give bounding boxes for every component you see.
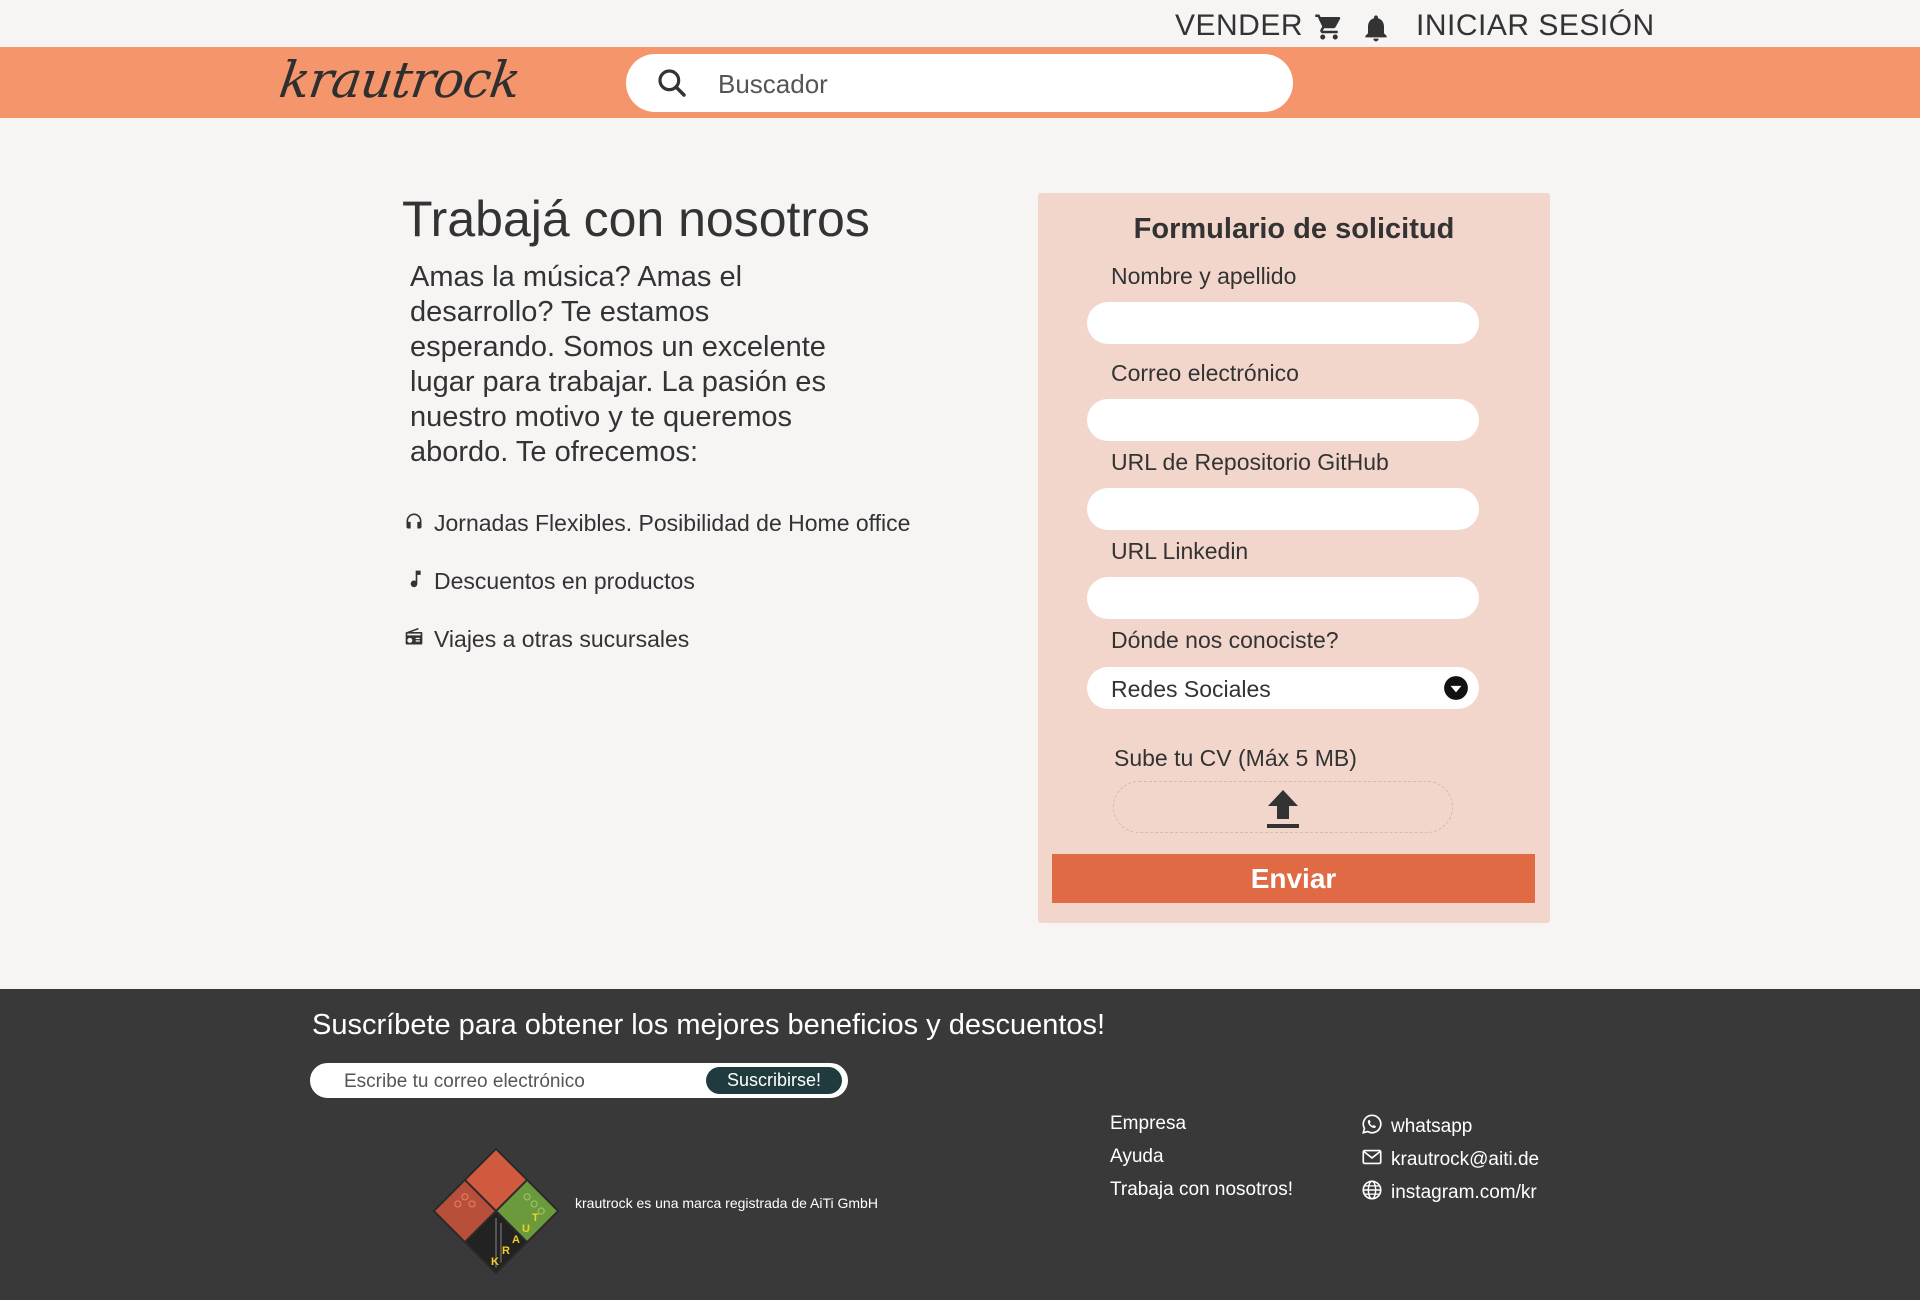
source-select[interactable]: Redes Sociales bbox=[1087, 667, 1479, 709]
music-note-icon bbox=[404, 568, 424, 595]
email-field[interactable] bbox=[1087, 399, 1479, 441]
globe-icon bbox=[1361, 1179, 1383, 1207]
benefit-text: Viajes a otras sucursales bbox=[434, 626, 690, 652]
headphones-icon bbox=[404, 510, 424, 537]
source-label: Dónde nos conociste? bbox=[1111, 627, 1339, 653]
benefit-item: Viajes a otras sucursales bbox=[404, 626, 689, 653]
emblem-letter: T bbox=[532, 1212, 539, 1224]
sell-link[interactable]: VENDER bbox=[1175, 9, 1303, 43]
cart-icon[interactable] bbox=[1313, 12, 1345, 47]
newsletter-email-input[interactable] bbox=[342, 1069, 696, 1095]
trademark-text: krautrock es una marca registrada de AiT… bbox=[575, 1195, 878, 1211]
contact-email[interactable]: krautrock@aiti.de bbox=[1361, 1146, 1539, 1174]
search-bar bbox=[626, 54, 1293, 112]
linkedin-label: URL Linkedin bbox=[1111, 538, 1249, 564]
emblem-letter: K bbox=[491, 1256, 499, 1268]
form-title: Formulario de solicitud bbox=[1133, 213, 1455, 245]
newsletter-heading: Suscríbete para obtener los mejores bene… bbox=[312, 1009, 1106, 1041]
emblem-letter: R bbox=[502, 1245, 510, 1257]
newsletter-form: Suscribirse! bbox=[310, 1063, 848, 1098]
contact-whatsapp[interactable]: whatsapp bbox=[1361, 1113, 1472, 1141]
benefit-item: Descuentos en productos bbox=[404, 568, 695, 595]
footer-link-careers[interactable]: Trabaja con nosotros! bbox=[1110, 1179, 1293, 1201]
contact-text: krautrock@aiti.de bbox=[1391, 1149, 1540, 1170]
submit-button[interactable]: Enviar bbox=[1052, 854, 1535, 903]
intro-text: Amas la música? Amas el desarrollo? Te e… bbox=[410, 261, 826, 468]
benefit-text: Descuentos en productos bbox=[434, 568, 695, 594]
footer-link-company[interactable]: Empresa bbox=[1110, 1113, 1186, 1135]
header: krautrock bbox=[0, 47, 1920, 118]
contact-instagram[interactable]: instagram.com/kr bbox=[1361, 1179, 1537, 1207]
radio-icon bbox=[404, 626, 424, 653]
benefit-text: Jornadas Flexibles. Posibilidad de Home … bbox=[434, 510, 911, 536]
search-icon[interactable] bbox=[656, 67, 688, 104]
upload-icon[interactable] bbox=[1264, 788, 1302, 837]
mail-icon bbox=[1361, 1146, 1383, 1174]
cv-upload-dropzone[interactable] bbox=[1113, 781, 1453, 833]
name-label: Nombre y apellido bbox=[1111, 263, 1297, 289]
name-field[interactable] bbox=[1087, 302, 1479, 344]
contact-text: whatsapp bbox=[1391, 1116, 1473, 1137]
email-label: Correo electrónico bbox=[1111, 360, 1299, 386]
benefit-item: Jornadas Flexibles. Posibilidad de Home … bbox=[404, 510, 910, 537]
github-url-field[interactable] bbox=[1087, 488, 1479, 530]
upload-label: Sube tu CV (Máx 5 MB) bbox=[1114, 745, 1357, 771]
subscribe-button[interactable]: Suscribirse! bbox=[706, 1067, 842, 1094]
application-form: Formulario de solicitud Nombre y apellid… bbox=[1038, 193, 1550, 923]
linkedin-url-field[interactable] bbox=[1087, 577, 1479, 619]
contact-text: instagram.com/kr bbox=[1391, 1182, 1537, 1203]
page-title: Trabajá con nosotros bbox=[402, 191, 870, 247]
search-input[interactable] bbox=[716, 62, 1260, 106]
brand-logo-text[interactable]: krautrock bbox=[276, 51, 524, 109]
brand-emblem: K R A U T bbox=[426, 1141, 566, 1286]
bell-icon[interactable] bbox=[1360, 10, 1392, 51]
footer: Suscríbete para obtener los mejores bene… bbox=[0, 989, 1920, 1300]
github-label: URL de Repositorio GitHub bbox=[1111, 449, 1389, 475]
top-bar: VENDER INICIAR SESIÓN bbox=[0, 0, 1920, 47]
footer-link-help[interactable]: Ayuda bbox=[1110, 1146, 1164, 1168]
source-select-value: Redes Sociales bbox=[1111, 676, 1271, 702]
chevron-down-icon[interactable] bbox=[1443, 675, 1469, 706]
whatsapp-icon bbox=[1361, 1113, 1383, 1141]
login-link[interactable]: INICIAR SESIÓN bbox=[1416, 9, 1655, 43]
emblem-letter: A bbox=[512, 1234, 520, 1246]
emblem-letter: U bbox=[522, 1223, 530, 1235]
